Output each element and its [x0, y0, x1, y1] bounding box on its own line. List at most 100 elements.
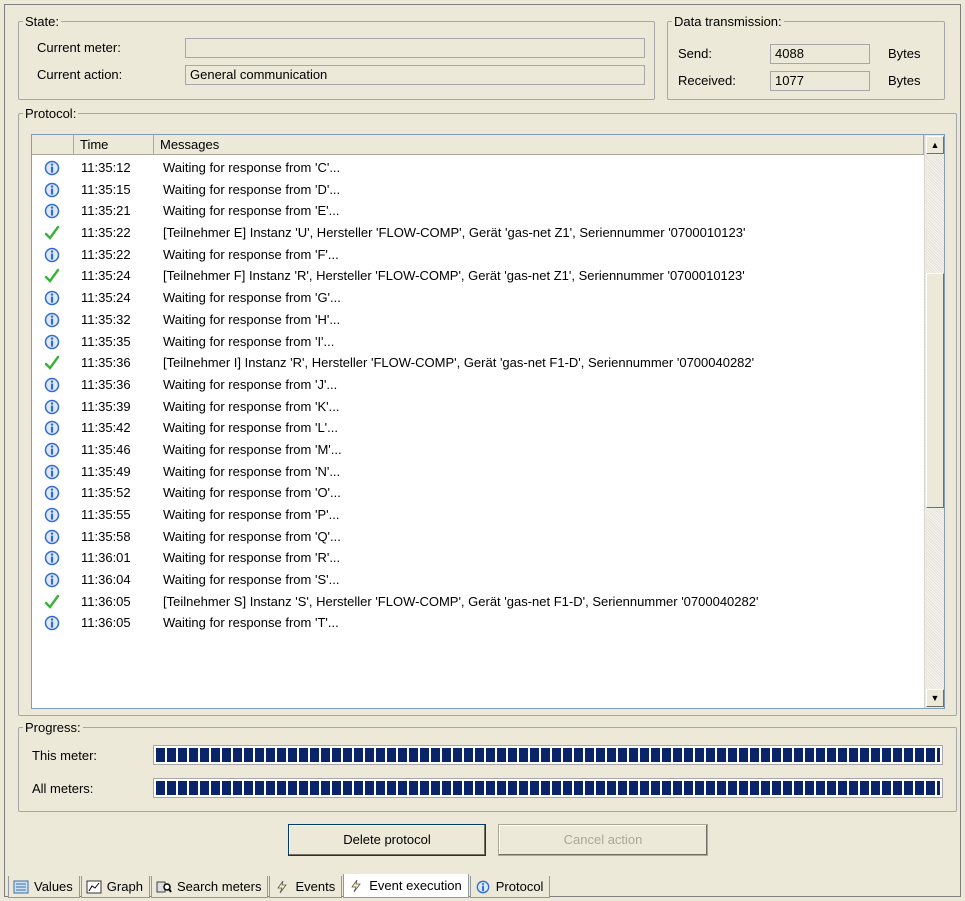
protocol-row[interactable]: 11:35:55 Waiting for response from 'P'...	[32, 504, 924, 526]
info-icon	[475, 880, 491, 894]
protocol-row[interactable]: 11:35:58 Waiting for response from 'Q'...	[32, 526, 924, 548]
row-time: 11:35:49	[81, 463, 131, 479]
info-icon	[44, 247, 60, 263]
protocol-row[interactable]: 11:35:49 Waiting for response from 'N'...	[32, 461, 924, 483]
protocol-row[interactable]: 11:35:36 Waiting for response from 'J'...	[32, 374, 924, 396]
tab-label: Graph	[106, 879, 143, 894]
row-message: Waiting for response from 'T'...	[163, 615, 339, 631]
protocol-row[interactable]: 11:35:22 [Teilnehmer E] Instanz 'U', Hers…	[32, 222, 924, 244]
row-time: 11:36:05	[81, 615, 131, 631]
send-unit: Bytes	[888, 46, 921, 61]
row-time: 11:35:42	[81, 420, 131, 436]
row-time: 11:35:36	[81, 355, 131, 371]
info-icon	[44, 420, 60, 436]
info-icon	[44, 290, 60, 306]
protocol-row[interactable]: 11:36:01 Waiting for response from 'R'...	[32, 547, 924, 569]
scroll-down-button[interactable]: ▼	[926, 689, 944, 707]
scroll-thumb[interactable]	[926, 273, 944, 508]
protocol-row[interactable]: 11:35:36 [Teilnehmer I] Instanz 'R', Hers…	[32, 352, 924, 374]
protocol-row[interactable]: 11:35:39 Waiting for response from 'K'...	[32, 396, 924, 418]
protocol-row[interactable]: 11:36:05 Waiting for response from 'T'...	[32, 612, 924, 634]
all-meters-progress-bar	[153, 778, 943, 798]
protocol-row[interactable]: 11:35:15 Waiting for response from 'D'...	[32, 179, 924, 201]
row-message: [Teilnehmer F] Instanz 'R', Hersteller '…	[163, 268, 745, 284]
protocol-row[interactable]: 11:36:05 [Teilnehmer S] Instanz 'S', Hers…	[32, 591, 924, 613]
row-time: 11:35:32	[81, 311, 131, 327]
protocol-row[interactable]: 11:35:24 Waiting for response from 'G'...	[32, 287, 924, 309]
tab-events[interactable]: Events	[269, 876, 343, 898]
info-icon	[44, 377, 60, 393]
row-message: Waiting for response from 'E'...	[163, 203, 340, 219]
info-icon	[44, 507, 60, 523]
scroll-up-button[interactable]: ▲	[926, 136, 944, 154]
row-message: Waiting for response from 'P'...	[163, 507, 340, 522]
all-meters-label: All meters:	[32, 781, 94, 796]
tab-values[interactable]: Values	[8, 876, 80, 898]
info-icon	[44, 334, 60, 350]
tab-event-execution[interactable]: Event execution	[343, 874, 469, 898]
info-icon	[44, 399, 60, 415]
row-time: 11:35:36	[81, 376, 131, 392]
row-message: [Teilnehmer I] Instanz 'R', Hersteller '…	[163, 355, 755, 371]
protocol-row[interactable]: 11:35:21 Waiting for response from 'E'...	[32, 200, 924, 222]
info-icon	[44, 550, 60, 566]
column-header-time[interactable]: Time	[74, 135, 154, 155]
progress-legend: Progress:	[25, 720, 81, 735]
protocol-row[interactable]: 11:35:32 Waiting for response from 'H'...	[32, 309, 924, 331]
row-time: 11:35:24	[81, 268, 131, 284]
column-header-icon[interactable]	[32, 135, 74, 155]
state-legend: State:	[25, 14, 59, 29]
received-label: Received:	[678, 73, 736, 88]
success-check-icon	[44, 225, 60, 241]
current-action-field: General communication	[185, 65, 645, 85]
row-message: Waiting for response from 'L'...	[163, 420, 338, 436]
protocol-row[interactable]: 11:35:22 Waiting for response from 'F'...	[32, 244, 924, 266]
protocol-row[interactable]: 11:35:24 [Teilnehmer F] Instanz 'R', Hers…	[32, 265, 924, 287]
tab-search-meters[interactable]: Search meters	[150, 876, 269, 898]
cancel-action-button[interactable]: Cancel action	[498, 824, 708, 856]
row-message: Waiting for response from 'F'...	[163, 246, 339, 262]
progress-group: Progress:	[18, 720, 957, 812]
protocol-row[interactable]: 11:35:35 Waiting for response from 'I'...	[32, 331, 924, 353]
tab-label: Events	[295, 879, 336, 894]
row-message: [Teilnehmer S] Instanz 'S', Hersteller '…	[163, 593, 759, 609]
row-message: Waiting for response from 'C'...	[163, 160, 341, 175]
current-action-label: Current action:	[37, 67, 123, 82]
row-time: 11:36:05	[81, 593, 131, 609]
row-time: 11:35:58	[81, 528, 131, 544]
lightning-icon	[348, 879, 364, 893]
info-icon	[44, 442, 60, 458]
tab-protocol[interactable]: Protocol	[469, 876, 551, 898]
protocol-row[interactable]: 11:35:42 Waiting for response from 'L'...	[32, 417, 924, 439]
delete-protocol-button[interactable]: Delete protocol	[288, 824, 486, 856]
success-check-icon	[44, 355, 60, 371]
row-message: Waiting for response from 'H'...	[163, 311, 341, 327]
protocol-legend: Protocol:	[25, 106, 77, 121]
row-time: 11:35:15	[81, 181, 131, 197]
column-header-messages[interactable]: Messages	[154, 135, 924, 155]
row-time: 11:35:12	[81, 160, 131, 175]
protocol-row[interactable]: 11:36:04 Waiting for response from 'S'...	[32, 569, 924, 591]
vertical-scrollbar[interactable]: ▲ ▼	[924, 135, 944, 708]
row-message: Waiting for response from 'M'...	[163, 441, 342, 457]
row-message: Waiting for response from 'R'...	[163, 550, 341, 566]
row-time: 11:35:46	[81, 441, 131, 457]
success-check-icon	[44, 268, 60, 284]
received-unit: Bytes	[888, 73, 921, 88]
protocol-row[interactable]: 11:35:12 Waiting for response from 'C'...	[32, 157, 924, 179]
graph-icon	[86, 880, 102, 894]
row-message: Waiting for response from 'G'...	[163, 290, 341, 306]
protocol-row[interactable]: 11:35:46 Waiting for response from 'M'...	[32, 439, 924, 461]
protocol-list[interactable]: Time Messages 11:35:12 Waiting for respon…	[31, 134, 945, 709]
row-time: 11:35:52	[81, 485, 131, 501]
tab-label: Protocol	[495, 879, 544, 894]
info-icon	[44, 572, 60, 588]
row-time: 11:35:22	[81, 246, 131, 262]
row-message: Waiting for response from 'J'...	[163, 376, 338, 392]
send-label: Send:	[678, 46, 712, 61]
tab-graph[interactable]: Graph	[80, 876, 150, 898]
info-icon	[44, 203, 60, 219]
protocol-row[interactable]: 11:35:52 Waiting for response from 'O'...	[32, 482, 924, 504]
current-meter-label: Current meter:	[37, 40, 121, 55]
row-message: Waiting for response from 'S'...	[163, 572, 340, 588]
